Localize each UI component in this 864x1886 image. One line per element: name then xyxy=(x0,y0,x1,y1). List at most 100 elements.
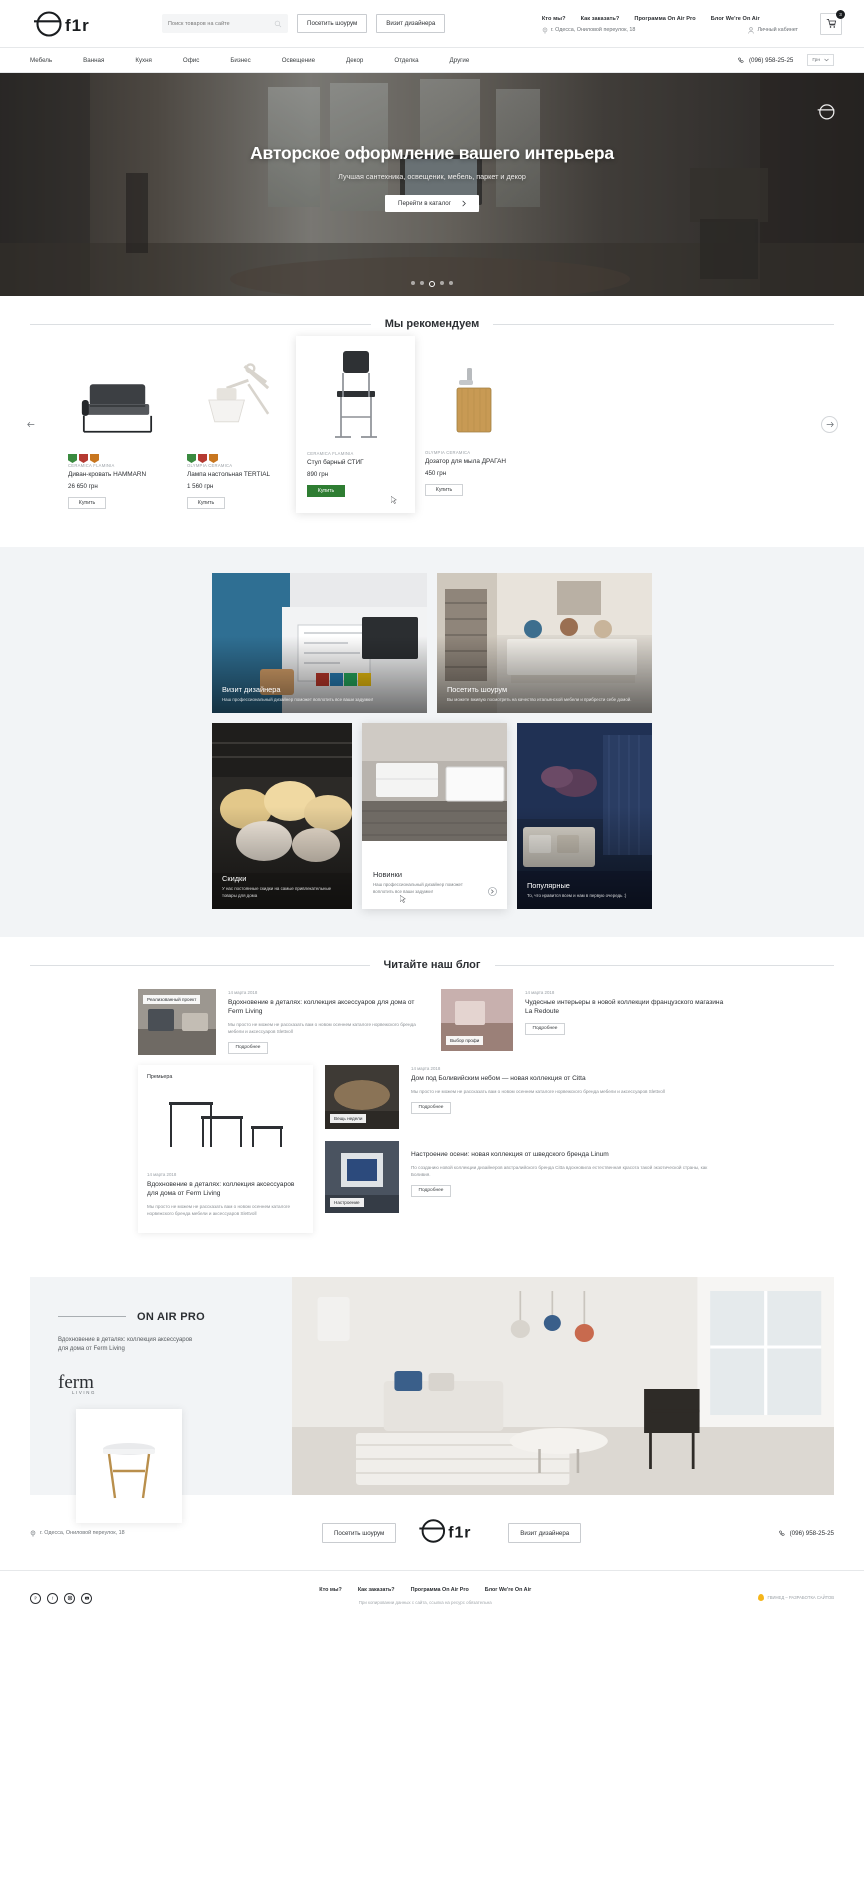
promo-tile-designer[interactable]: Визит дизайнера Наш профессиональный диз… xyxy=(212,573,427,713)
footer-designer-button[interactable]: Визит дизайнера xyxy=(508,1523,582,1544)
youtube-icon[interactable] xyxy=(81,1592,92,1604)
blog-date: 14 марта 2018 xyxy=(228,990,258,995)
currency-selector[interactable]: Грн xyxy=(807,54,834,66)
blog-read-more-button[interactable]: Подробнее xyxy=(411,1184,451,1197)
product-card[interactable]: CERAMICA FLAMINIA Диван-кровать HAMMARN … xyxy=(58,348,177,521)
blog-image xyxy=(147,1088,304,1162)
product-buy-button[interactable]: Купить xyxy=(307,485,345,497)
blog-post-title[interactable]: Вдохновение в деталях: коллекция аксессу… xyxy=(228,999,429,1017)
header-account[interactable]: Личный кабинет xyxy=(748,26,798,34)
nav-phone-text: (096) 958-25-25 xyxy=(748,56,794,64)
pinterest-icon[interactable]: P xyxy=(30,1592,41,1604)
product-buy-button[interactable]: Купить xyxy=(187,497,225,509)
blog-thumbnail[interactable]: Вещь недели xyxy=(325,1065,399,1129)
hero-dot-2[interactable] xyxy=(420,281,424,285)
site-logo[interactable]: f1r xyxy=(30,9,108,39)
visit-showroom-button[interactable]: Посетить шоурум xyxy=(297,14,368,33)
nav-phone[interactable]: (096) 958-25-25 xyxy=(738,57,793,64)
footer-logo[interactable]: f1r xyxy=(413,1517,491,1550)
search-input[interactable] xyxy=(168,20,274,27)
nav-items: Мебель Ванная Кухня Офис Бизнес Освещени… xyxy=(30,57,469,64)
product-name[interactable]: Стул барный СТИГ xyxy=(307,459,404,467)
product-name[interactable]: Лампа настольная TERTIAL xyxy=(187,471,286,479)
header-address-text: г. Одесса, Ониловой переулок, 18 xyxy=(550,27,636,33)
hero-cta-button[interactable]: Перейти в каталог xyxy=(385,195,479,212)
blog-post-title[interactable]: Чудесные интерьеры в новой коллекции фра… xyxy=(525,999,726,1017)
tile-arrow-icon[interactable] xyxy=(488,887,497,896)
hero-dot-4[interactable] xyxy=(440,281,444,285)
blog-featured-card[interactable]: Премьера 14 марта 2018 Вдохновение в дет… xyxy=(138,1065,313,1233)
arrow-left-icon xyxy=(26,421,34,428)
page-root: f1r Посетить шоурум Визит дизайнера Кто … xyxy=(0,0,864,1627)
blog-title: Читайте наш блог xyxy=(383,959,481,971)
blog-post-title[interactable]: Вдохновение в деталях: коллекция аксессу… xyxy=(147,1181,304,1199)
footer-copyright: При копировании данных с сайта, ссылка н… xyxy=(358,1599,492,1605)
product-buy-button[interactable]: Купить xyxy=(68,497,106,509)
blog-thumbnail[interactable]: Реализованный проект xyxy=(138,989,216,1055)
header-link-how-to-order[interactable]: Как заказать? xyxy=(581,16,620,22)
nav-item-lighting[interactable]: Освещение xyxy=(282,57,315,64)
hero-dot-3[interactable] xyxy=(429,281,435,287)
nav-item-decor[interactable]: Декор xyxy=(346,57,363,64)
drop-icon xyxy=(758,1593,765,1601)
instagram-icon[interactable] xyxy=(64,1592,75,1604)
product-price: 450 грн xyxy=(425,470,447,477)
nav-item-office[interactable]: Офис xyxy=(183,57,199,64)
product-name[interactable]: Диван-кровать HAMMARN xyxy=(68,471,167,479)
badge-orange-icon xyxy=(90,450,99,463)
blog-thumbnail[interactable]: Настроение xyxy=(325,1141,399,1213)
hero-dot-1[interactable] xyxy=(411,281,415,285)
tile-title: Визит дизайнера xyxy=(222,684,281,694)
carousel-prev-button[interactable] xyxy=(22,416,39,433)
promo-tile-popular[interactable]: Популярные То, что нравится всем и нам в… xyxy=(517,723,652,909)
blog-read-more-button[interactable]: Подробнее xyxy=(525,1022,565,1035)
cart-button[interactable]: 3 xyxy=(820,9,845,35)
footer-center: Посетить шоурум f1r Визит дизайнера xyxy=(321,1517,582,1550)
blog-read-more-button[interactable]: Подробнее xyxy=(411,1101,451,1114)
tile-description: Наш профессиональный дизайнер поможет во… xyxy=(222,696,373,702)
user-icon xyxy=(748,26,755,34)
nav-item-business[interactable]: Бизнес xyxy=(230,57,250,64)
product-buy-button[interactable]: Купить xyxy=(425,484,463,496)
header-link-onair-program[interactable]: Программа On Air Pro xyxy=(634,16,695,22)
facebook-icon[interactable]: f xyxy=(47,1592,58,1604)
nav-item-kitchen[interactable]: Кухня xyxy=(135,57,152,64)
promo-row-top: Визит дизайнера Наш профессиональный диз… xyxy=(212,573,652,713)
nav-item-other[interactable]: Другие xyxy=(450,57,470,64)
footer-credit[interactable]: ГВИНЕД – РАЗРАБОТКА САЙТОВ xyxy=(758,1587,834,1601)
svg-text:P: P xyxy=(34,1596,37,1601)
nav-item-furniture[interactable]: Мебель xyxy=(30,57,52,64)
promo-tile-discounts[interactable]: Скидки У нас постоянные скидки на самые … xyxy=(212,723,352,909)
hero-dot-5[interactable] xyxy=(449,281,453,285)
header-link-about[interactable]: Кто мы? xyxy=(542,16,566,22)
footer-showroom-button[interactable]: Посетить шоурум xyxy=(321,1523,397,1544)
blog-excerpt: По созданию новой коллекции дизайнеров а… xyxy=(411,1164,708,1177)
blog-post-title[interactable]: Настроение осени: новая коллекция от шве… xyxy=(411,1151,726,1160)
footer-link-how-to-order[interactable]: Как заказать? xyxy=(358,1587,395,1593)
carousel-next-button[interactable] xyxy=(821,416,838,433)
hero-title: Авторское оформление вашего интерьера xyxy=(250,143,614,163)
blog-excerpt: Мы просто не можем не рассказать вам о н… xyxy=(228,1021,416,1034)
footer-link-about[interactable]: Кто мы? xyxy=(319,1587,342,1593)
designer-visit-button[interactable]: Визит дизайнера xyxy=(376,14,446,33)
onair-product-card[interactable] xyxy=(76,1409,182,1524)
promo-tile-showroom[interactable]: Посетить шоурум Вы можете вживую посмотр… xyxy=(437,573,652,713)
promo-tile-new[interactable]: Новинки Наш профессиональный дизайнер по… xyxy=(362,723,507,909)
footer-link-blog[interactable]: Блог We're On Air xyxy=(485,1587,531,1593)
svg-text:f1r: f1r xyxy=(449,1524,472,1541)
blog-read-more-button[interactable]: Подробнее xyxy=(228,1041,268,1054)
product-card[interactable]: Olympia Ceramica Дозатор для мыла ДРАГАН… xyxy=(415,348,534,508)
blog-thumbnail[interactable]: Выбор профи xyxy=(441,989,513,1051)
nav-item-bathroom[interactable]: Ванная xyxy=(83,57,104,64)
product-card-featured[interactable]: CERAMICA FLAMINIA Стул барный СТИГ 890 г… xyxy=(296,336,415,513)
header-sub-row: г. Одесса, Ониловой переулок, 18 Личный … xyxy=(542,26,798,34)
search-box[interactable] xyxy=(162,14,288,33)
nav-item-finishing[interactable]: Отделка xyxy=(394,57,418,64)
product-name[interactable]: Дозатор для мыла ДРАГАН xyxy=(425,458,524,466)
footer-phone[interactable]: (096) 958-25-25 xyxy=(778,1530,834,1537)
onair-kicker: ON AIR PRO xyxy=(58,1311,292,1323)
product-card[interactable]: Olympia Ceramica Лампа настольная TERTIA… xyxy=(177,348,296,521)
blog-post-title[interactable]: Дом под Боливийским небом — новая коллек… xyxy=(411,1075,726,1084)
footer-link-onair-program[interactable]: Программа On Air Pro xyxy=(411,1587,469,1593)
header-link-blog[interactable]: Блог We're On Air xyxy=(711,16,760,22)
